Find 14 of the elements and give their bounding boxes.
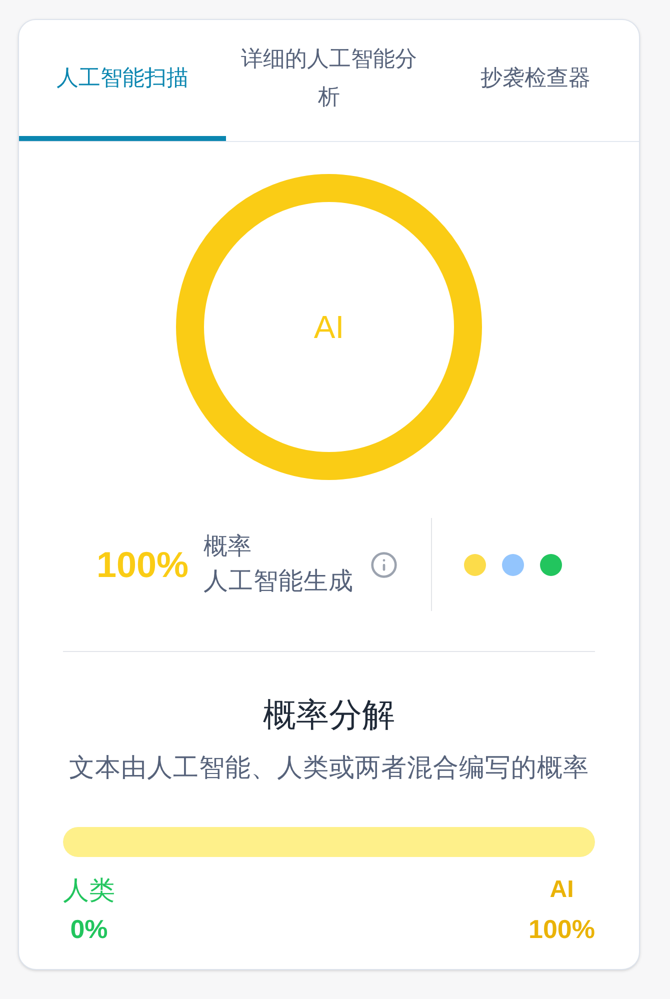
probability-label: 人工智能生成 bbox=[204, 566, 354, 596]
donut-center-label: AI bbox=[314, 308, 344, 347]
breakdown-title: 概率分解 bbox=[262, 695, 396, 735]
human-percent: 0% bbox=[70, 913, 108, 945]
probability-percent: 100% bbox=[96, 542, 189, 586]
ai-label: AI bbox=[550, 875, 574, 905]
info-icon[interactable] bbox=[370, 550, 398, 578]
ai-percent: 100% bbox=[528, 913, 595, 945]
probability-caption: 概率 bbox=[204, 532, 253, 562]
breakdown-subtitle: 文本由人工智能、人类或两者混合编写的概率 bbox=[68, 753, 590, 784]
tab[interactable]: 详细的人工智能分析 bbox=[226, 20, 432, 141]
tab[interactable]: 抄袭检查器 bbox=[432, 20, 639, 141]
human-label: 人类 bbox=[63, 874, 115, 906]
tab[interactable]: 人工智能扫描 bbox=[19, 20, 226, 141]
